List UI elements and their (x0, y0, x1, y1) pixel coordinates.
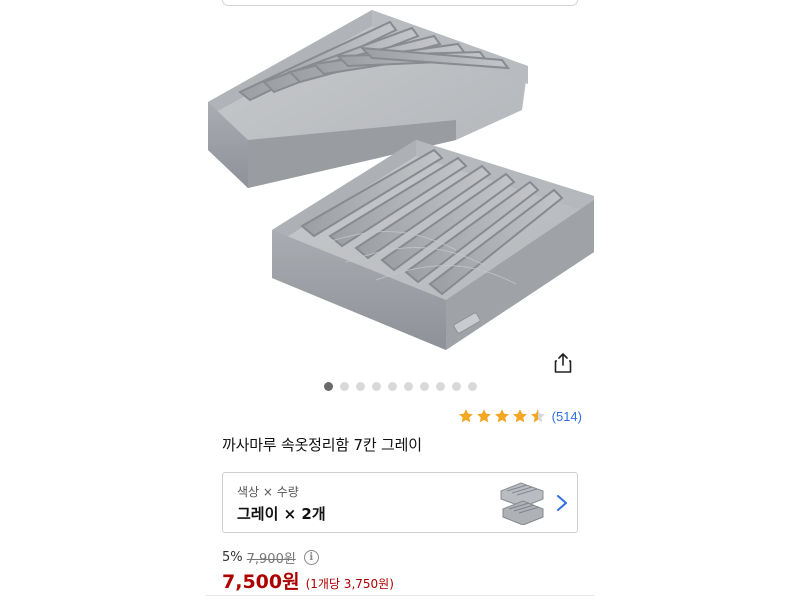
star-icon (458, 409, 473, 423)
star-half-icon (530, 409, 545, 423)
info-icon[interactable]: i (303, 550, 319, 565)
option-value: 그레이 × 2개 (237, 505, 326, 523)
discount-rate: 5% (222, 550, 243, 565)
rating[interactable]: (514) (458, 408, 582, 424)
divider (206, 595, 594, 596)
star-icon (512, 409, 527, 423)
rating-count[interactable]: (514) (552, 409, 582, 424)
carousel-dot[interactable] (419, 382, 429, 391)
organizer-front (272, 140, 594, 350)
carousel-dot[interactable] (435, 382, 445, 391)
sale-price: 7,500원 (222, 571, 300, 593)
discount-row: 5% 7,900원 i (222, 548, 319, 567)
carousel-dot[interactable] (371, 382, 381, 391)
share-icon (554, 353, 572, 373)
unit-price: (1개당 3,750원) (305, 577, 394, 591)
option-selector[interactable]: 색상 × 수량 그레이 × 2개 (222, 472, 578, 533)
star-icon (476, 409, 491, 423)
product-title: 까사마루 속옷정리함 7칸 그레이 (222, 436, 422, 454)
organizer-illustration (208, 10, 594, 350)
original-price: 7,900원 (246, 552, 296, 567)
carousel-dot[interactable] (387, 382, 397, 391)
carousel-indicator[interactable] (206, 382, 594, 391)
star-icon (494, 409, 509, 423)
price-row: 7,500원 (1개당 3,750원) (222, 567, 394, 594)
option-label: 색상 × 수량 (237, 485, 299, 499)
carousel-dot[interactable] (355, 382, 365, 391)
carousel-dot[interactable] (467, 382, 477, 391)
carousel-dot[interactable] (339, 382, 349, 391)
carousel-dot[interactable] (451, 382, 461, 391)
product-image[interactable] (206, 0, 594, 400)
carousel-dot[interactable] (403, 382, 413, 391)
option-thumbnail (500, 482, 544, 525)
chevron-right-icon (557, 495, 567, 511)
carousel-dot[interactable] (323, 382, 333, 391)
share-button[interactable] (552, 352, 574, 374)
product-detail-page: (514) 까사마루 속옷정리함 7칸 그레이 색상 × 수량 그레이 × 2개… (206, 0, 594, 600)
